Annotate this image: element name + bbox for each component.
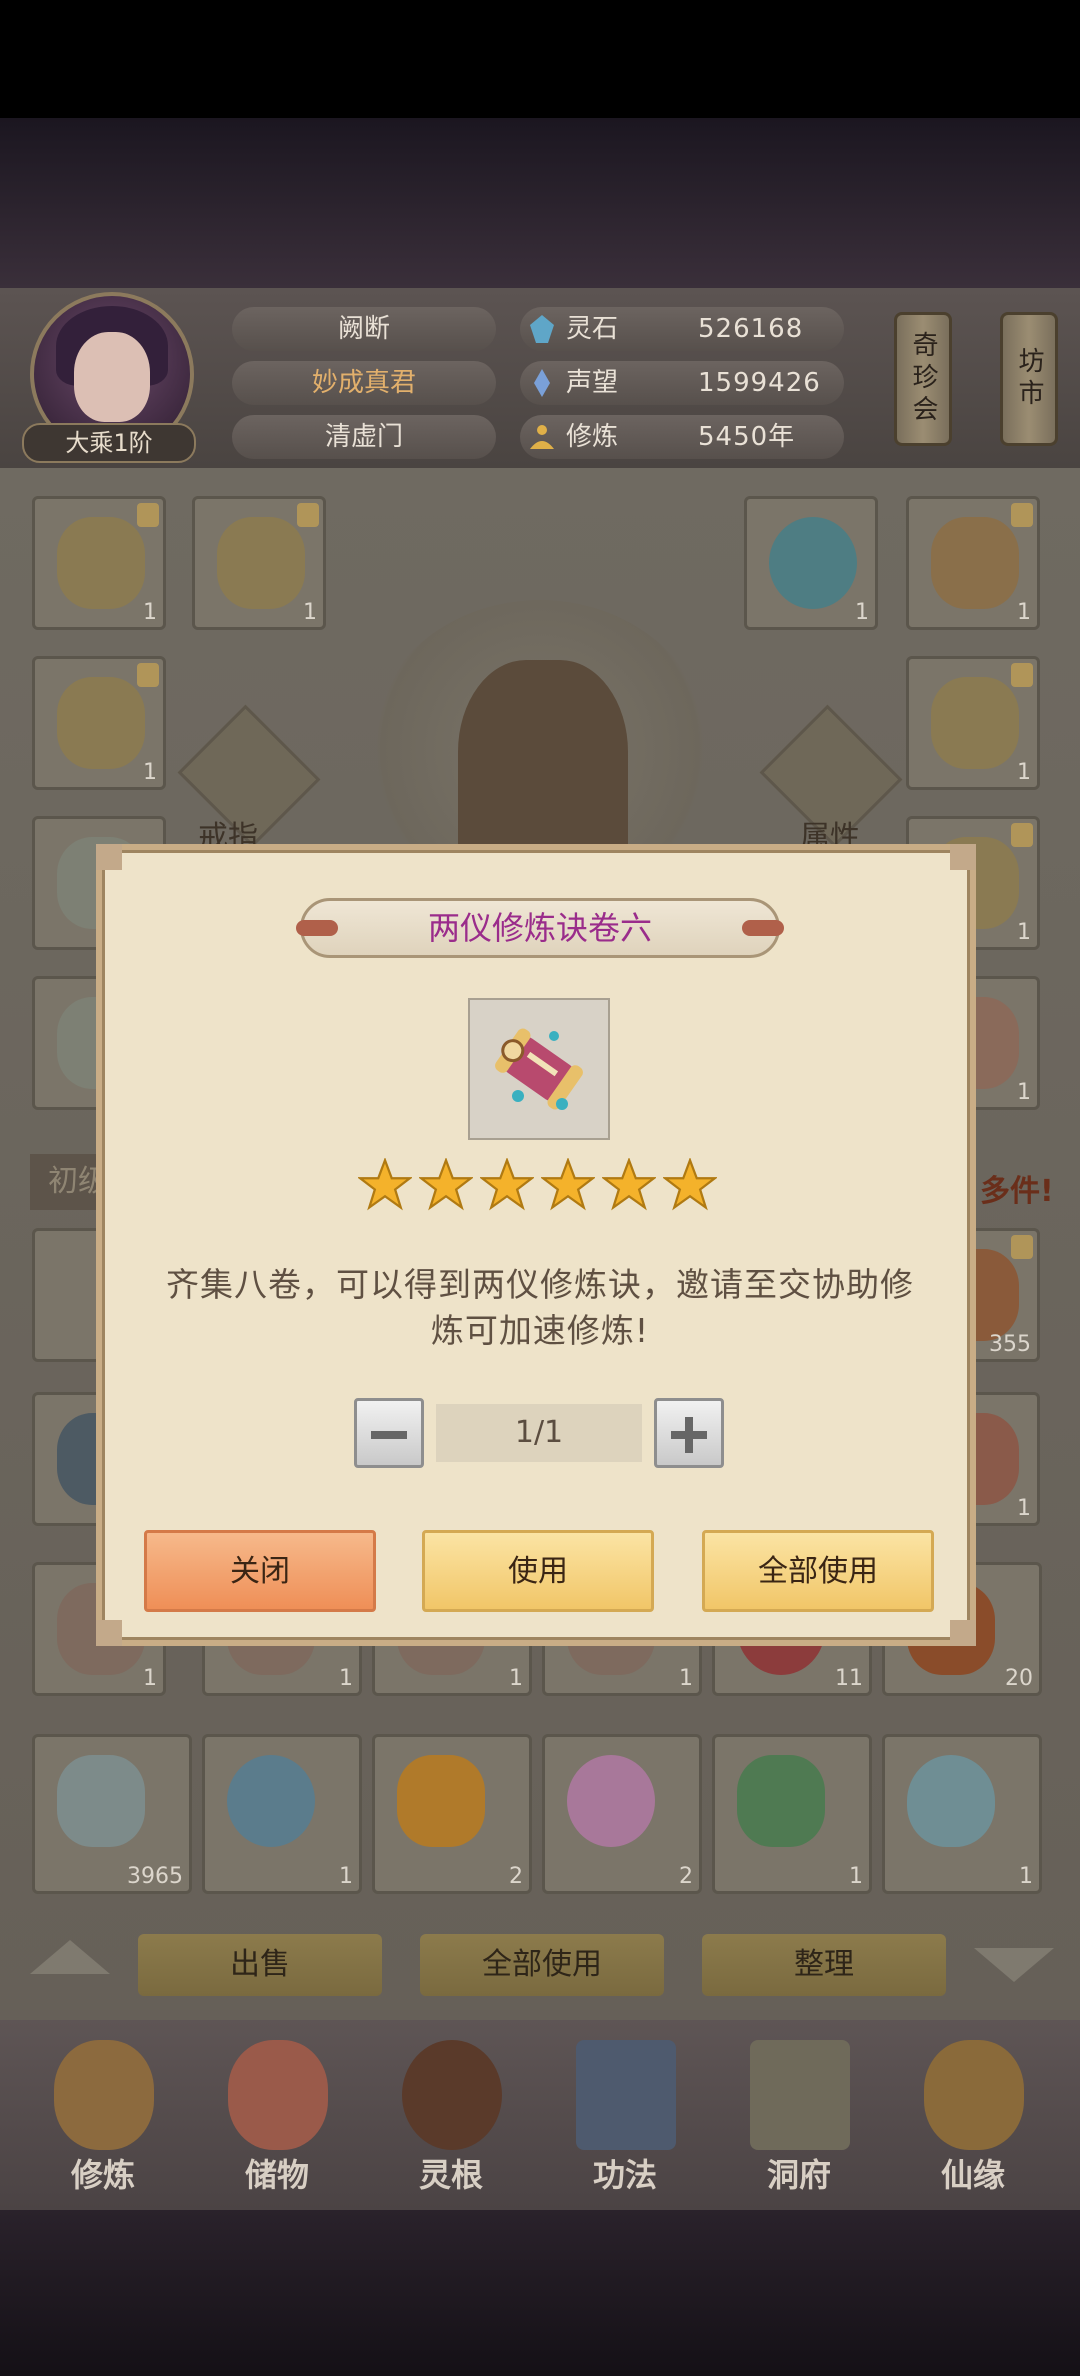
inventory-slot[interactable]: 2 [542,1734,702,1894]
dialog-title: 两仪修炼诀卷六 [300,898,780,958]
equip-slot[interactable]: 1 [744,496,878,630]
corner-ornament [950,1620,976,1646]
title-ornament-right [742,920,784,936]
equip-slot[interactable]: 1 [32,656,166,790]
lotus-icon [567,1755,655,1847]
increase-button[interactable] [654,1398,724,1468]
scroll-up-icon[interactable] [30,1940,110,1974]
corner-ornament [950,844,976,870]
reputation-icon [534,369,550,397]
lock-icon [1011,663,1033,687]
close-button[interactable]: 关闭 [144,1530,376,1612]
equip-slot[interactable]: 1 [32,496,166,630]
armor-icon [217,517,305,609]
lock-icon [137,503,159,527]
ring-icon [769,517,857,609]
equip-slot[interactable]: 1 [192,496,326,630]
inventory-slot[interactable]: 1 [882,1734,1042,1894]
title-ornament-left [296,920,338,936]
player-title: 妙成真君 [232,361,496,405]
scroll-green-icon [737,1755,825,1847]
cultivation-icon [530,425,554,449]
cultivate-icon [54,2040,154,2150]
equip-slot[interactable]: 1 [906,496,1040,630]
scroll-down-icon[interactable] [974,1948,1054,1982]
player-sect: 清虚门 [232,415,496,459]
star-icon [358,1158,412,1211]
tea-bowl-icon [227,1755,315,1847]
quantity-display: 1/1 [436,1404,642,1462]
status-bar [0,0,1080,118]
item-dialog [96,844,976,1646]
bottom-bar [0,2210,1080,2376]
armor-icon [931,677,1019,769]
realm-badge: 大乘1阶 [22,423,196,463]
star-icon [419,1158,473,1211]
nav-cave[interactable]: 洞府 [724,2040,874,2210]
storage-bag-icon [228,2040,328,2150]
avatar-face [74,332,150,422]
armor-icon [57,517,145,609]
minus-icon [371,1431,407,1439]
nav-storage[interactable]: 储物 [202,2040,352,2210]
star-icon [602,1158,656,1211]
top-backdrop [0,118,1080,288]
sort-button[interactable]: 整理 [702,1934,946,1996]
scroll-icon [495,1028,583,1110]
player-name: 阙断 [232,307,496,351]
use-all-bg-button[interactable]: 全部使用 [420,1934,664,1996]
star-icon [663,1158,717,1211]
resource-cultivation: 修炼 5450年 [520,415,844,459]
spirit-root-icon [402,2040,502,2150]
star-icon [541,1158,595,1211]
market-button[interactable]: 坊市 [1000,312,1058,446]
lock-icon [137,663,159,687]
lock-icon [297,503,319,527]
armor-icon [57,677,145,769]
vase-icon [57,1755,145,1847]
decrease-button[interactable] [354,1398,424,1468]
technique-book-icon [576,2040,676,2150]
equip-slot[interactable]: 1 [906,656,1040,790]
spirit-stone-icon [530,315,554,343]
inventory-slot[interactable]: 3965 [32,1734,192,1894]
treasure-fair-button[interactable]: 奇珍会 [894,312,952,446]
notice-text: 多件! [980,1174,1054,1209]
sell-button[interactable]: 出售 [138,1934,382,1996]
corner-ornament [96,844,122,870]
star-icon [480,1158,534,1211]
nav-fate[interactable]: 仙缘 [898,2040,1048,2210]
item-description: 齐集八卷，可以得到两仪修炼诀，邀请至交协助修炼可加速修炼! [166,1265,914,1350]
gem-icon [397,1755,485,1847]
resource-reputation: 声望 1599426 [520,361,844,405]
inventory-slot[interactable]: 1 [712,1734,872,1894]
inventory-slot[interactable]: 2 [372,1734,532,1894]
use-button[interactable]: 使用 [422,1530,654,1612]
fate-icon [924,2040,1024,2150]
corner-ornament [96,1620,122,1646]
nav-spirit-root[interactable]: 灵根 [376,2040,526,2210]
nav-cultivate[interactable]: 修炼 [28,2040,178,2210]
lock-icon [1011,823,1033,847]
lock-icon [1011,1235,1033,1259]
egg-icon [907,1755,995,1847]
inventory-slot[interactable]: 1 [202,1734,362,1894]
lock-icon [1011,503,1033,527]
nav-technique[interactable]: 功法 [550,2040,700,2210]
resource-spirit-stone: 灵石 526168 [520,307,844,351]
item-icon-frame [468,998,610,1140]
plus-icon-vertical [685,1417,693,1453]
cave-dwelling-icon [750,2040,850,2150]
bow-icon [931,517,1019,609]
use-all-button[interactable]: 全部使用 [702,1530,934,1612]
